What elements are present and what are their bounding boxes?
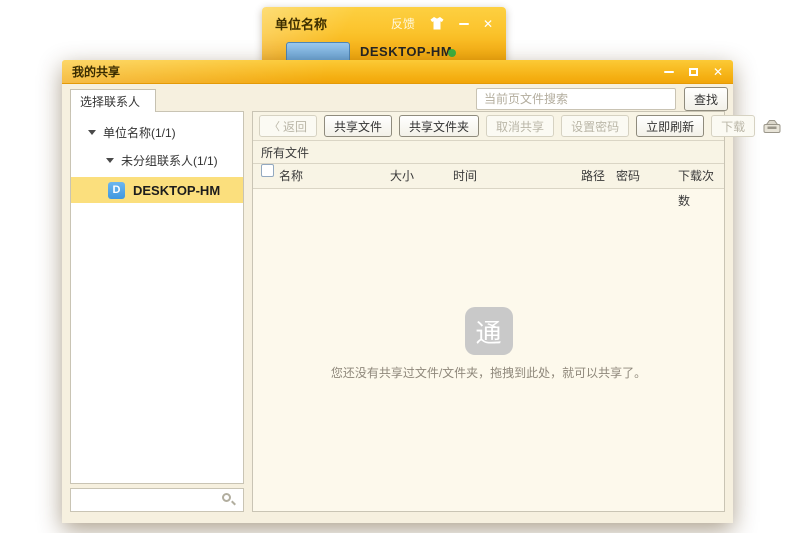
close-icon[interactable]: ✕: [713, 66, 723, 78]
column-downloads[interactable]: 下载次数: [678, 164, 724, 214]
column-name[interactable]: 名称: [279, 164, 303, 189]
share-files-panel: 〈 返回 共享文件 共享文件夹 取消共享 设置密码 立即刷新 下载 所有文件 名…: [252, 111, 725, 512]
toolbar: 〈 返回 共享文件 共享文件夹 取消共享 设置密码 立即刷新 下载: [253, 112, 724, 141]
expand-arrow-icon[interactable]: [88, 130, 96, 135]
printer-icon[interactable]: [762, 119, 782, 134]
tab-select-contacts[interactable]: 选择联系人: [70, 89, 156, 112]
cancel-share-button[interactable]: 取消共享: [486, 115, 554, 137]
refresh-button[interactable]: 立即刷新: [636, 115, 704, 137]
all-files-section-header: 所有文件: [253, 141, 724, 164]
peek-contact-name: DESKTOP-HM: [360, 44, 452, 59]
feedback-link[interactable]: 反馈: [391, 15, 415, 32]
tree-item-label: 未分组联系人(1/1): [121, 152, 218, 169]
share-file-button[interactable]: 共享文件: [324, 115, 392, 137]
maximize-icon[interactable]: [689, 68, 698, 76]
find-button[interactable]: 查找: [684, 87, 728, 111]
minimize-icon[interactable]: [459, 23, 469, 25]
minimize-icon[interactable]: [664, 71, 674, 73]
my-share-titlebar[interactable]: 我的共享 ✕: [62, 60, 733, 84]
select-all-checkbox[interactable]: [261, 164, 274, 177]
online-status-dot: [448, 49, 456, 57]
skin-shirt-icon[interactable]: [429, 17, 445, 30]
column-size[interactable]: 大小: [390, 164, 414, 189]
column-time[interactable]: 时间: [453, 164, 477, 189]
column-password[interactable]: 密码: [616, 164, 640, 189]
back-button[interactable]: 〈 返回: [259, 115, 317, 137]
set-password-button[interactable]: 设置密码: [561, 115, 629, 137]
unit-window-title: 单位名称: [275, 14, 327, 33]
tree-item-unit[interactable]: 单位名称(1/1): [71, 118, 243, 146]
app-logo-icon: 通: [465, 307, 513, 355]
download-button[interactable]: 下载: [711, 115, 755, 137]
contact-name: DESKTOP-HM: [133, 183, 220, 198]
share-folder-button[interactable]: 共享文件夹: [399, 115, 479, 137]
window-title: 我的共享: [72, 63, 120, 80]
empty-state-message: 您还没有共享过文件/文件夹，拖拽到此处，就可以共享了。: [331, 364, 646, 381]
tree-item-ungrouped[interactable]: 未分组联系人(1/1): [71, 146, 243, 174]
contacts-tree-panel: 单位名称(1/1) 未分组联系人(1/1) D DESKTOP-HM: [70, 111, 244, 484]
file-search-input[interactable]: [476, 88, 676, 110]
unit-window: 单位名称 反馈 ✕ DESKTOP-HM: [262, 7, 506, 63]
tree-item-label: 单位名称(1/1): [103, 124, 176, 141]
my-share-window: 我的共享 ✕ 选择联系人 查找 单位名称(1/1) 未分组联系人(1/1) D …: [62, 60, 733, 523]
expand-arrow-icon[interactable]: [106, 158, 114, 163]
close-icon[interactable]: ✕: [483, 18, 493, 30]
contact-search-input[interactable]: [70, 488, 244, 512]
column-path[interactable]: 路径: [581, 164, 605, 189]
empty-drop-area[interactable]: 通 您还没有共享过文件/文件夹，拖拽到此处，就可以共享了。: [253, 189, 724, 511]
files-table-header: 名称 大小 时间 路径 密码 下载次数: [253, 164, 724, 189]
tree-item-desktop-hm-selected[interactable]: D DESKTOP-HM: [71, 177, 243, 203]
search-magnifier-icon: [222, 493, 231, 502]
back-chevron-icon: 〈: [269, 118, 280, 134]
unit-window-titlebar[interactable]: 单位名称 反馈 ✕: [262, 7, 506, 40]
contact-avatar: D: [108, 182, 125, 199]
